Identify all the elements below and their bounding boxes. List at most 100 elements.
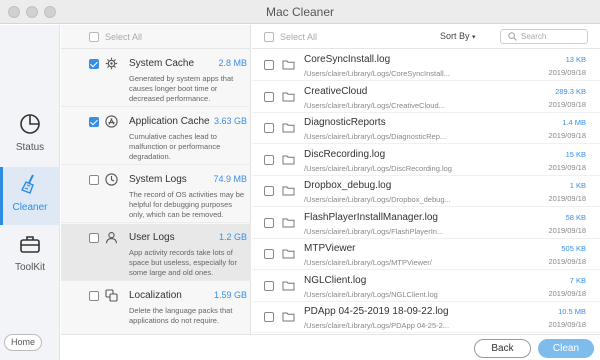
category-name: System Logs [129,174,187,185]
file-row[interactable]: CreativeCloud/Users/claire/Library/Logs/… [252,82,600,113]
folder-icon [282,218,295,227]
window-title: Mac Cleaner [265,5,335,19]
file-row[interactable]: NGLClient.log/Users/claire/Library/Logs/… [252,271,600,302]
category-user-logs[interactable]: User Logs 1.2 GB App activity records ta… [61,224,251,281]
file-name: FlashPlayerInstallManager.log [304,211,438,223]
nav-item-status[interactable]: Status [0,107,60,165]
file-path: /Users/claire/Library/Logs/FlashPlayerIn… [304,226,444,236]
category-description: Generated by system apps that causes lon… [129,74,234,103]
folder-icon [282,155,295,164]
file-row[interactable]: FlashPlayerInstallManager.log/Users/clai… [252,208,600,239]
search-input[interactable] [521,31,583,42]
file-row[interactable]: Dropbox_debug.log/Users/claire/Library/L… [252,176,600,207]
file-checkbox[interactable] [264,312,274,322]
file-name: CoreSyncInstall.log [304,54,391,65]
file-date: 2019/09/18 [548,288,586,298]
select-all-files-checkbox[interactable] [264,32,274,42]
category-system-cache[interactable]: System Cache 2.8 MB Generated by system … [61,50,251,107]
user-icon [105,232,118,244]
file-size: 58 KB [565,212,586,222]
chevron-down-icon: ▾ [472,34,476,41]
clock-icon [105,173,118,186]
clean-button[interactable]: Clean [538,339,594,358]
file-checkbox[interactable] [264,249,274,259]
folder-icon [282,281,295,290]
file-path: /Users/claire/Library/Logs/CreativeCloud… [304,100,445,110]
footer-bar: Back Clean [61,334,600,360]
file-name: CreativeCloud [304,85,368,97]
file-name: Dropbox_debug.log [304,180,392,191]
file-row[interactable]: DiscRecording.log/Users/claire/Library/L… [252,145,600,176]
file-size: 7 KB [569,275,586,285]
file-path: /Users/claire/Library/Logs/CoreSyncInsta… [304,69,450,78]
file-checkbox[interactable] [264,60,274,70]
category-name: System Cache [129,58,195,69]
file-row[interactable]: PDApp 04-25-2019 18-09-22.log/Users/clai… [252,302,600,333]
file-path: /Users/claire/Library/Logs/DiscRecording… [304,163,452,173]
category-localization[interactable]: Localization 1.59 GB Delete the language… [61,282,251,339]
file-size: 505 KB [561,244,586,253]
title-bar: Mac Cleaner [0,0,600,24]
file-size: 1.4 MB [562,118,586,127]
file-checkbox[interactable] [264,123,274,133]
category-checkbox[interactable] [89,233,99,243]
search-box[interactable] [500,29,588,44]
file-row[interactable]: CoreSyncInstall.log/Users/claire/Library… [252,50,600,81]
language-icon [105,289,118,302]
nav-label-cleaner: Cleaner [12,202,48,213]
file-path: /Users/claire/Library/Logs/PDApp 04-25-2… [304,321,450,330]
select-all-files-label: Select All [280,32,318,42]
category-panel: Select All System Cache 2.8 MB Generated… [61,25,251,334]
category-size: 74.9 MB [213,174,247,184]
category-system-logs[interactable]: System Logs 74.9 MB The record of OS act… [61,166,251,223]
file-size: 15 KB [565,149,586,159]
file-date: 2019/09/18 [548,99,586,109]
back-button[interactable]: Back [474,339,531,358]
file-row[interactable]: MTPViewer/Users/claire/Library/Logs/MTPV… [252,239,600,270]
file-size: 10.5 MB [558,307,586,316]
file-checkbox[interactable] [264,154,274,165]
category-application-cache[interactable]: Application Cache 3.63 GB Cumulative cac… [61,108,251,165]
category-checkbox[interactable] [89,175,99,185]
file-path: /Users/claire/Library/Logs/MTPViewer/ [304,258,432,267]
category-checkbox[interactable] [89,291,99,301]
category-checkbox[interactable] [89,59,99,69]
file-checkbox[interactable] [264,91,274,102]
nav-label-toolkit: ToolKit [14,262,45,273]
file-size: 13 KB [565,55,586,64]
file-path: /Users/claire/Library/Logs/Dropbox_debug… [304,195,451,204]
file-name: NGLClient.log [304,274,367,286]
file-name: DiscRecording.log [304,148,386,160]
category-header: Select All [61,25,251,49]
file-date: 2019/09/18 [548,320,586,329]
category-description: App activity records take lots of space … [129,248,237,277]
file-date: 2019/09/18 [548,162,586,172]
file-date: 2019/09/18 [548,225,586,235]
broom-icon [21,174,34,194]
file-checkbox[interactable] [264,186,274,196]
category-size: 1.59 GB [213,290,247,300]
file-list-header: Select All Sort By ▾ [252,25,600,49]
category-checkbox[interactable] [89,117,99,127]
folder-icon [282,186,295,196]
nav-item-cleaner[interactable]: Cleaner [0,167,60,225]
sidebar-nav: Status Cleaner ToolKit Home [0,25,60,360]
app-store-icon [105,115,118,128]
file-date: 2019/09/18 [548,68,586,77]
nav-item-toolkit[interactable]: ToolKit [0,227,60,285]
file-size: 1 KB [569,181,586,190]
file-checkbox[interactable] [264,217,274,228]
category-size: 2.8 MB [218,58,247,68]
category-name: User Logs [129,232,175,243]
home-button[interactable]: Home [4,334,42,351]
category-description: The record of OS activities may be helpf… [129,190,245,219]
file-checkbox[interactable] [264,280,274,291]
sort-by-dropdown[interactable]: Sort By ▾ [440,31,476,41]
file-name: PDApp 04-25-2019 18-09-22.log [304,306,449,317]
file-list-panel: Select All Sort By ▾ CoreSyncInstall.log… [252,25,600,334]
file-row[interactable]: DiagnosticReports/Users/claire/Library/L… [252,113,600,144]
pie-chart-icon [20,114,40,134]
select-all-categories-checkbox[interactable] [89,32,99,42]
category-size: 3.63 GB [213,116,247,126]
select-all-categories-label: Select All [105,32,143,42]
